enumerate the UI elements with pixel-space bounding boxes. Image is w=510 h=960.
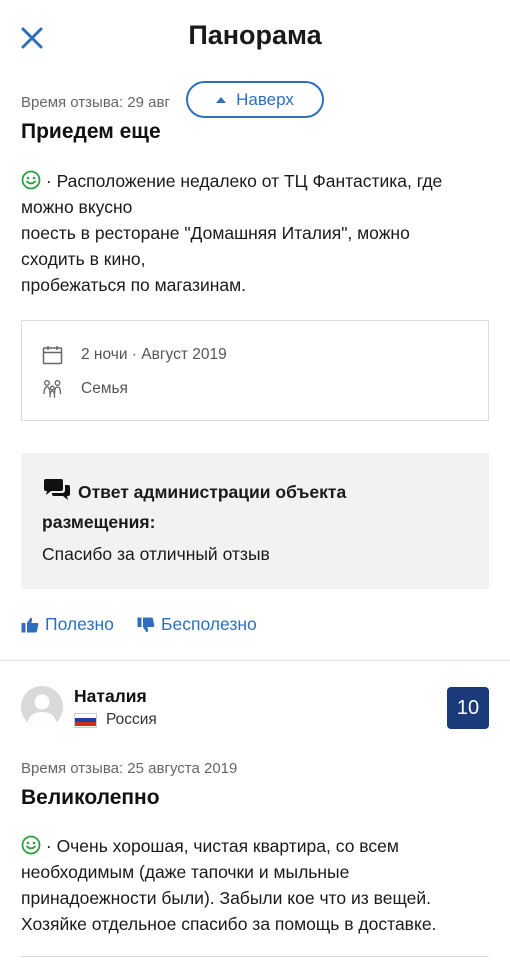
stay-duration: 2 ночи · Август 2019 <box>81 346 227 363</box>
review-score-badge: 10 <box>447 687 489 729</box>
avatar <box>21 686 63 728</box>
admin-response-title-text: Ответ администрации объекта размещения: <box>42 482 347 532</box>
author-name: Наталия <box>74 686 147 706</box>
stay-details: 2 ночи · Август 2019 Семья <box>21 320 489 421</box>
unhelpful-button[interactable]: Бесполезно <box>137 614 257 635</box>
review-title: Великолепно <box>21 786 160 809</box>
user-avatar-icon <box>21 686 63 728</box>
family-icon <box>43 380 62 398</box>
review-text-line: принадоежности были). Забыли кое что из … <box>21 888 432 908</box>
admin-response-text: Спасибо за отличный отзыв <box>42 544 270 564</box>
chat-bubbles-icon <box>44 479 70 500</box>
smiley-icon <box>21 170 41 190</box>
review-text-line: пробежаться по магазинам. <box>21 275 247 295</box>
review-text-line: поесть в ресторане "Домашняя Италия", мо… <box>21 223 410 243</box>
review-text-line: · Расположение недалеко от ТЦ Фантастика… <box>45 171 443 191</box>
country-label: Россия <box>106 711 157 728</box>
smiley-icon <box>21 835 41 855</box>
review-date: Время отзыва: 25 августа 2019 <box>21 760 238 777</box>
back-to-top-label: Наверх <box>236 89 294 109</box>
review-text-line: можно вкусно <box>21 197 133 217</box>
next-card-border <box>21 956 489 957</box>
review-text: · Очень хорошая, чистая квартира, со все… <box>21 833 491 937</box>
unhelpful-label: Бесполезно <box>161 614 257 634</box>
review-text-line: сходить в кино, <box>21 249 146 269</box>
traveler-type-row: Семья <box>42 379 128 399</box>
thumb-down-icon <box>137 617 155 632</box>
review-text-line: необходимым (даже тапочки и мыльные <box>21 862 350 882</box>
russia-flag-icon <box>74 712 97 728</box>
review-divider <box>0 660 510 661</box>
admin-response: Ответ администрации объекта размещения: … <box>21 453 489 589</box>
review-text: · Расположение недалеко от ТЦ Фантастика… <box>21 168 491 298</box>
back-to-top-button[interactable]: Наверх <box>186 81 324 118</box>
traveler-type: Семья <box>81 380 128 397</box>
stay-duration-row: 2 ночи · Август 2019 <box>42 345 227 365</box>
page-title: Панорама <box>188 20 322 50</box>
review-text-line: Хозяйке отдельное спасибо за помощь в до… <box>21 914 437 934</box>
helpful-button[interactable]: Полезно <box>21 614 114 635</box>
author-country: Россия <box>74 711 157 729</box>
admin-response-title: Ответ администрации объекта размещения: <box>42 477 462 537</box>
review-date: Время отзыва: 29 авг <box>21 94 170 111</box>
helpful-label: Полезно <box>45 614 114 634</box>
calendar-icon <box>42 346 63 365</box>
thumb-up-icon <box>21 617 39 632</box>
review-text-line: · Очень хорошая, чистая квартира, со все… <box>45 836 399 856</box>
arrow-up-icon <box>216 96 227 103</box>
review-title: Приедем еще <box>21 120 161 143</box>
